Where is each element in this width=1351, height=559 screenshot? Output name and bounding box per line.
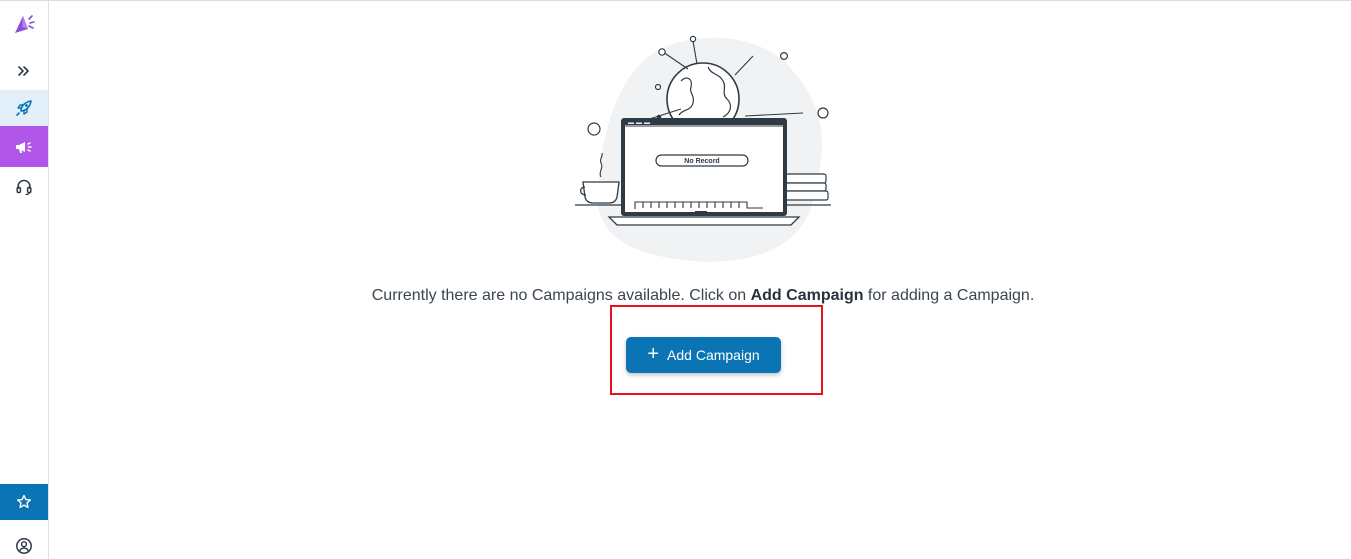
message-suffix: for adding a Campaign. — [863, 287, 1035, 304]
rocket-icon — [16, 100, 32, 116]
sidebar-item-rocket[interactable] — [0, 90, 48, 126]
chevrons-right-icon — [18, 66, 29, 76]
app-logo[interactable] — [0, 7, 48, 43]
empty-state-message: Currently there are no Campaigns availab… — [49, 286, 1351, 306]
message-bold-action: Add Campaign — [750, 287, 864, 304]
add-campaign-label: Add Campaign — [667, 347, 760, 363]
headset-icon — [16, 179, 32, 196]
sidebar-item-support[interactable] — [0, 169, 48, 205]
empty-state-illustration: No Record — [575, 35, 831, 262]
expand-sidebar-button[interactable] — [0, 53, 48, 89]
megaphone-icon — [16, 141, 32, 153]
megaphone-logo-icon — [15, 15, 35, 33]
sidebar-item-campaigns[interactable] — [0, 126, 48, 167]
sidebar — [0, 1, 49, 559]
plus-icon: + — [647, 343, 660, 365]
add-campaign-button[interactable]: + Add Campaign — [626, 337, 781, 373]
star-icon — [17, 494, 31, 509]
sidebar-item-favorites[interactable] — [0, 484, 48, 520]
no-record-label: No Record — [684, 158, 719, 165]
user-circle-icon — [16, 538, 32, 554]
message-prefix: Currently there are no Campaigns availab… — [371, 287, 751, 304]
main-content: No Record Currently there are no Campaig… — [49, 1, 1351, 559]
sidebar-item-account[interactable] — [0, 528, 48, 559]
